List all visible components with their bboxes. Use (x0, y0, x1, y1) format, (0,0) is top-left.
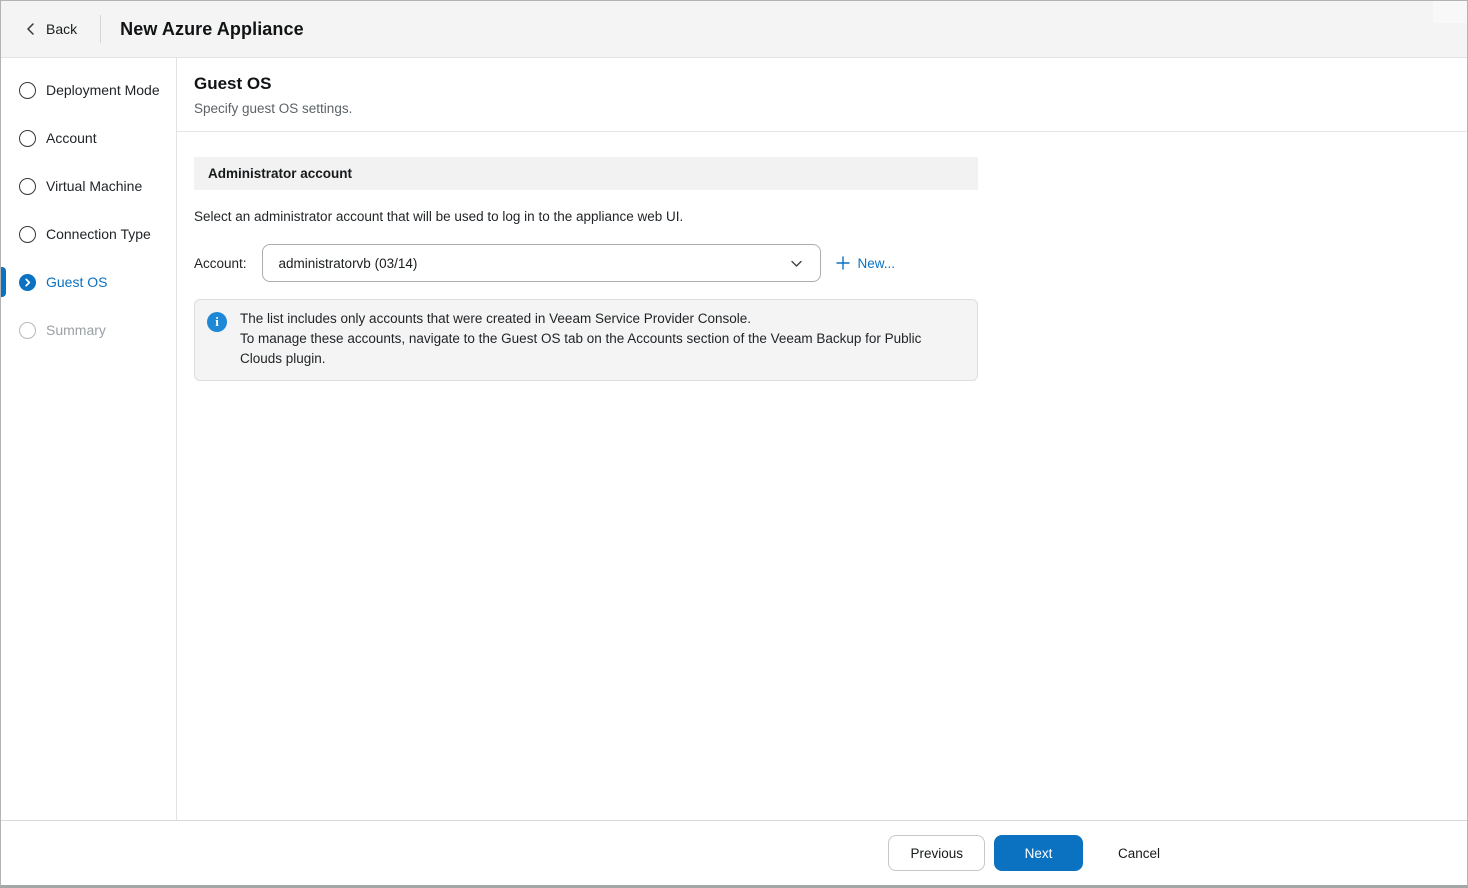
step-label: Connection Type (46, 226, 151, 242)
section-header-administrator-account: Administrator account (194, 157, 978, 190)
step-heading-block: Guest OS Specify guest OS settings. (177, 58, 1467, 132)
account-select-value: administratorvb (03/14) (279, 256, 789, 271)
wizard-header: Back New Azure Appliance (1, 1, 1467, 58)
wizard-footer: Previous Next Cancel (1, 820, 1467, 885)
info-icon: i (207, 312, 227, 332)
step-title: Guest OS (194, 73, 1467, 94)
step-circle-icon (19, 178, 36, 195)
step-label: Summary (46, 322, 106, 338)
account-select[interactable]: administratorvb (03/14) (262, 244, 821, 282)
step-connection-type[interactable]: Connection Type (1, 210, 176, 258)
header-corner-decoration (1433, 1, 1467, 23)
chevron-down-icon (789, 256, 804, 271)
step-circle-icon (19, 322, 36, 339)
chevron-left-icon (25, 22, 36, 36)
account-field-row: Account: administratorvb (03/14) New... (194, 244, 1467, 282)
new-azure-appliance-wizard: Back New Azure Appliance Deployment Mode… (0, 0, 1468, 888)
next-button[interactable]: Next (994, 835, 1083, 871)
info-note: i The list includes only accounts that w… (194, 299, 978, 381)
step-circle-icon (19, 130, 36, 147)
wizard-steps-sidebar: Deployment Mode Account Virtual Machine … (1, 58, 177, 820)
back-button[interactable]: Back (25, 21, 77, 37)
step-label: Account (46, 130, 97, 146)
new-account-label: New... (858, 256, 896, 271)
page-title: New Azure Appliance (120, 19, 304, 40)
account-field-label: Account: (194, 256, 247, 271)
info-note-line2: To manage these accounts, navigate to th… (240, 329, 950, 369)
plus-icon (835, 255, 851, 271)
step-guest-os[interactable]: Guest OS (1, 258, 176, 306)
back-label: Back (46, 21, 77, 37)
new-account-button[interactable]: New... (835, 255, 896, 271)
section-description: Select an administrator account that wil… (194, 209, 1467, 224)
step-content: Guest OS Specify guest OS settings. Admi… (177, 58, 1467, 820)
info-note-line1: The list includes only accounts that wer… (240, 309, 950, 329)
step-summary[interactable]: Summary (1, 306, 176, 354)
info-note-text: The list includes only accounts that wer… (240, 309, 950, 369)
step-account[interactable]: Account (1, 114, 176, 162)
step-subtitle: Specify guest OS settings. (194, 101, 1467, 117)
active-step-chevron-icon (19, 274, 36, 291)
step-deployment-mode[interactable]: Deployment Mode (1, 66, 176, 114)
active-step-indicator (1, 267, 6, 297)
step-label: Virtual Machine (46, 178, 142, 194)
header-divider (100, 15, 101, 43)
step-label: Guest OS (46, 274, 107, 290)
step-virtual-machine[interactable]: Virtual Machine (1, 162, 176, 210)
step-label: Deployment Mode (46, 82, 160, 98)
cancel-button[interactable]: Cancel (1112, 835, 1166, 871)
step-circle-icon (19, 82, 36, 99)
step-circle-icon (19, 226, 36, 243)
previous-button[interactable]: Previous (888, 835, 985, 871)
